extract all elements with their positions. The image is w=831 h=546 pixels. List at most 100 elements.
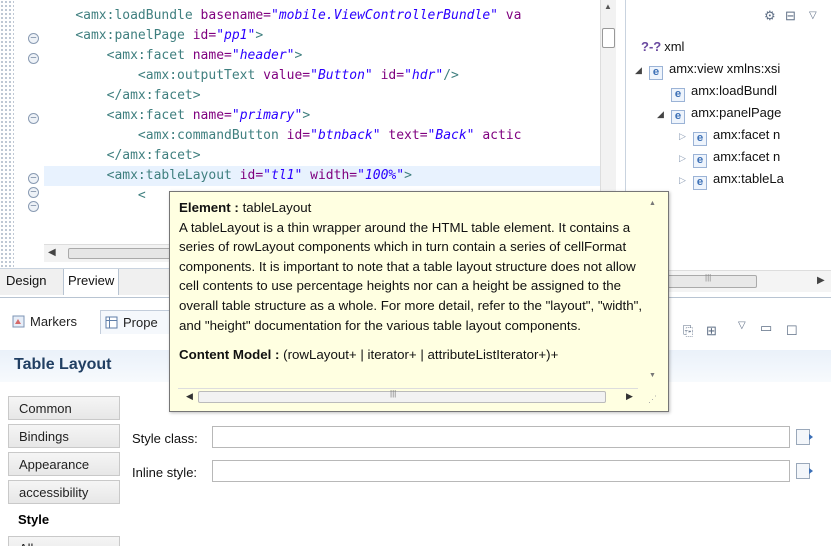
view-menu-icon[interactable]: ▽ (809, 10, 817, 21)
scroll-up-arrow-icon[interactable]: ▲ (649, 200, 656, 207)
code-attribute: basename= (192, 8, 271, 23)
section-bindings[interactable]: Bindings (8, 424, 120, 448)
code-tag-close: > (294, 48, 303, 63)
code-line[interactable]: </amx:facet> (44, 86, 201, 106)
scroll-right-arrow-icon[interactable]: ▶ (817, 275, 825, 286)
code-tag: <amx:facet (106, 108, 185, 123)
fold-toggle-icon[interactable]: – (28, 173, 39, 184)
tab-design[interactable]: Design (2, 269, 50, 295)
collapse-all-icon[interactable]: ⊟ (785, 8, 796, 24)
tree-item-label: amx:view xmlns:xsi (669, 61, 781, 76)
fold-toggle-icon[interactable]: – (28, 53, 39, 64)
code-line[interactable]: <amx:facet name="header"> (44, 46, 303, 66)
processing-instruction-icon: ?-? (641, 39, 662, 54)
code-line[interactable]: <amx:tableLayout id="tl1" width="100%"> (44, 166, 600, 186)
tree-item-xml[interactable]: ?-? xml (641, 36, 684, 58)
element-label: Element : (179, 200, 239, 215)
code-line[interactable]: <amx:loadBundle basename="mobile.ViewCon… (44, 6, 521, 26)
collapsed-triangle-icon[interactable]: ▷ (679, 125, 691, 147)
scroll-left-arrow-icon[interactable]: ◀ (186, 391, 193, 402)
code-line[interactable]: <amx:facet name="primary"> (44, 106, 311, 126)
code-line[interactable]: <amx:outputText value="Button" id="hdr"/… (44, 66, 459, 86)
tree-item-panelpage[interactable]: ◢ e amx:panelPage (657, 102, 781, 124)
inline-style-input[interactable] (212, 460, 790, 482)
code-line[interactable]: < (44, 186, 146, 206)
pin-icon[interactable]: ⎘ (683, 323, 693, 339)
resize-grip-icon[interactable]: ⋰ (648, 394, 657, 405)
minimize-icon[interactable]: ▭ (760, 320, 772, 336)
code-tag: <amx:commandButton (137, 128, 279, 143)
style-class-editor-button[interactable] (796, 429, 813, 445)
code-tag-close: > (255, 28, 264, 43)
element-description: A tableLayout is a thin wrapper around t… (179, 219, 643, 333)
scroll-left-arrow-icon[interactable]: ◀ (48, 247, 56, 258)
code-line[interactable]: <amx:panelPage id="pp1"> (44, 26, 263, 46)
code-tag: <amx:tableLayout (106, 168, 232, 183)
code-line[interactable]: <amx:commandButton id="btnback" text="Ba… (44, 126, 522, 146)
popup-horizontal-scrollbar[interactable]: ◀ ||| ▶ (178, 388, 638, 404)
tree-item-loadbundle[interactable]: e amx:loadBundl (657, 80, 777, 102)
scroll-up-arrow-icon[interactable]: ▲ (604, 2, 612, 11)
new-view-icon[interactable]: ⊞ (706, 323, 717, 339)
code-attribute: text= (380, 128, 428, 143)
filter-icon[interactable]: ⚙ (764, 8, 776, 24)
code-line[interactable]: </amx:facet> (44, 146, 201, 166)
code-attribute: id= (372, 68, 405, 83)
content-model-label: Content Model : (179, 347, 280, 363)
code-attribute-value: "tl1" (263, 168, 303, 183)
view-menu-icon[interactable]: ▽ (738, 320, 746, 331)
tree-item-facet[interactable]: ▷ e amx:facet n (679, 124, 780, 146)
scrollbar-thumb[interactable] (198, 391, 606, 403)
tab-preview[interactable]: Preview (63, 269, 120, 295)
code-attribute: id= (278, 128, 311, 143)
fold-toggle-icon[interactable]: – (28, 33, 39, 44)
section-style[interactable]: Style (8, 508, 120, 532)
expanded-triangle-icon[interactable]: ◢ (657, 103, 669, 125)
properties-title: Table Layout (14, 356, 112, 373)
collapsed-triangle-icon[interactable]: ▷ (679, 147, 691, 169)
tree-item-amx-view[interactable]: ◢ e amx:view xmlns:xsi (635, 58, 780, 80)
expanded-triangle-icon[interactable]: ◢ (635, 59, 647, 81)
scrollbar-thumb[interactable] (667, 275, 757, 288)
collapsed-triangle-icon[interactable]: ▷ (679, 169, 691, 191)
code-attribute: id= (231, 168, 264, 183)
code-attribute-value: "pp1" (216, 28, 256, 43)
fold-toggle-icon[interactable]: – (28, 201, 39, 212)
section-common[interactable]: Common (8, 396, 120, 420)
code-attribute: name= (184, 48, 232, 63)
fold-toggle-icon[interactable]: – (28, 187, 39, 198)
code-attribute: name= (184, 108, 232, 123)
code-attribute-value: "header" (231, 48, 295, 63)
maximize-icon[interactable]: ☐ (786, 323, 798, 339)
code-tag-close: > (404, 168, 412, 183)
folding-column: – – – – – – (24, 0, 44, 268)
popup-vertical-scrollbar[interactable]: ▲ ▼ (645, 196, 661, 386)
element-icon: e (693, 154, 707, 168)
section-accessibility[interactable]: accessibility (8, 480, 120, 504)
tab-label: Markers (30, 314, 77, 329)
element-icon: e (671, 88, 685, 102)
fold-toggle-icon[interactable]: – (28, 113, 39, 124)
tree-item-tablelayout[interactable]: ▷ e amx:tableLa (679, 168, 784, 190)
inline-style-label: Inline style: (132, 465, 198, 480)
tree-item-label: amx:panelPage (691, 105, 782, 120)
tab-properties[interactable]: Prope (100, 310, 180, 334)
tree-item-label: amx:loadBundl (691, 83, 777, 98)
inline-style-editor-button[interactable] (796, 463, 813, 479)
tree-item-label: amx:facet n (713, 127, 781, 142)
scroll-right-arrow-icon[interactable]: ▶ (626, 391, 633, 402)
scrollbar-thumb[interactable] (602, 28, 615, 48)
popup-content: Element : tableLayout A tableLayout is a… (179, 198, 647, 365)
tree-item-facet[interactable]: ▷ e amx:facet n (679, 146, 780, 168)
section-all[interactable]: All (8, 536, 120, 546)
element-info-popup[interactable]: Element : tableLayout A tableLayout is a… (169, 191, 669, 412)
code-tag: </amx:facet> (106, 148, 201, 163)
tab-markers[interactable]: Markers (8, 310, 98, 334)
style-class-input[interactable] (212, 426, 790, 448)
scroll-down-arrow-icon[interactable]: ▼ (649, 372, 656, 379)
section-appearance[interactable]: Appearance (8, 452, 120, 476)
